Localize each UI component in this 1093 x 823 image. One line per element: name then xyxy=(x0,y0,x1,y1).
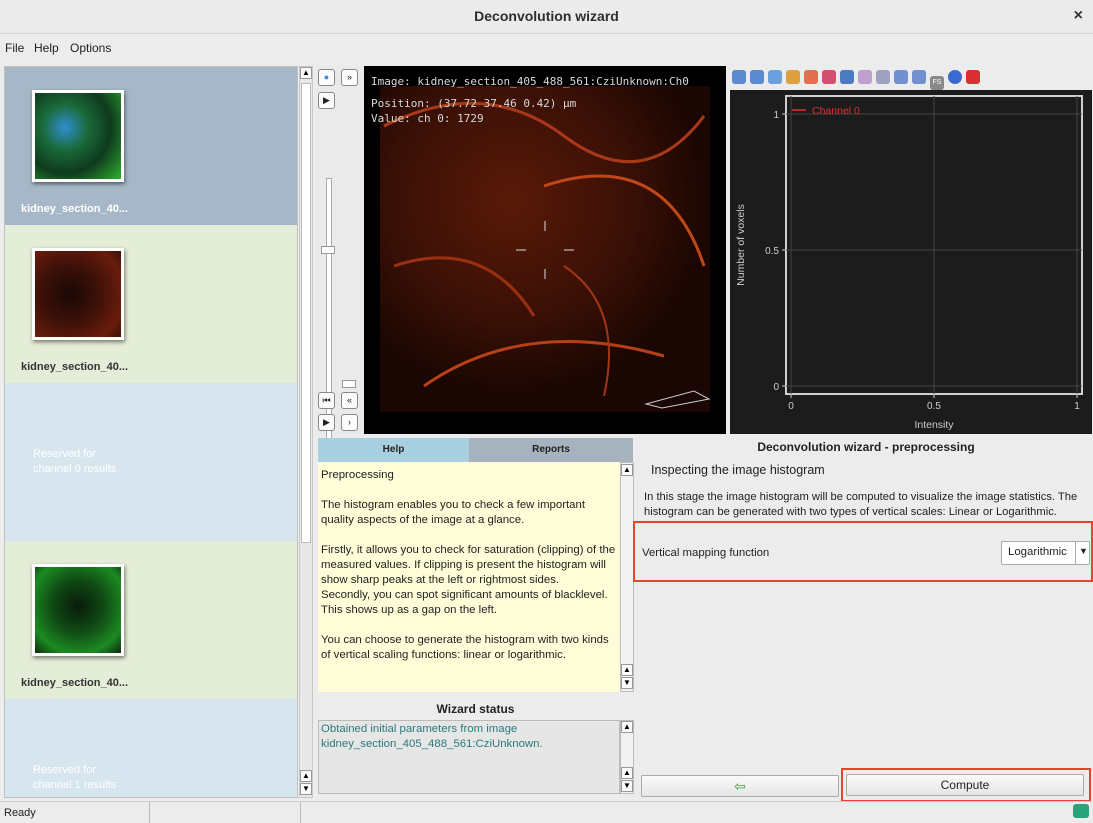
scroll-up-icon[interactable]: ▲ xyxy=(621,664,633,676)
fs-icon[interactable]: FS xyxy=(930,76,944,90)
thumbnail-panel: kidney_section_40... kidney_section_40..… xyxy=(4,66,298,798)
y-tick-label: 0 xyxy=(773,382,779,393)
x-tick-label: 0.5 xyxy=(927,401,941,412)
scroll-up-icon[interactable]: ▲ xyxy=(300,770,312,782)
thumbnail-label: kidney_section_40... xyxy=(21,361,128,373)
scroll-up-icon[interactable]: ▲ xyxy=(300,67,312,79)
help-paragraph: The histogram enables you to check a few… xyxy=(321,499,586,526)
scroll-up-icon[interactable]: ▲ xyxy=(621,721,633,733)
first-frame-icon[interactable]: ⏮ xyxy=(318,392,335,409)
thumbnail-image xyxy=(32,248,124,340)
step-description: In this stage the image histogram will b… xyxy=(644,491,1078,518)
help-scrollbar[interactable]: ▲ ▲ ▼ xyxy=(620,462,634,692)
thumbnail-tile[interactable]: kidney_section_40... xyxy=(5,67,297,225)
tag-remove-icon[interactable] xyxy=(876,70,890,84)
menu-file[interactable]: File xyxy=(5,41,24,55)
y-axis-label: Number of voxels xyxy=(735,204,747,286)
image-name-readout: Image: kidney_section_405_488_561:CziUnk… xyxy=(371,75,689,88)
t-slider-handle[interactable] xyxy=(342,380,356,388)
reserved-tile: Reserved for channel 0 results xyxy=(5,383,297,541)
curve-icon[interactable] xyxy=(822,70,836,84)
export-icon[interactable] xyxy=(912,70,926,84)
menu-bar: File Help Options xyxy=(0,34,1093,62)
help-text-panel: Preprocessing The histogram enables you … xyxy=(318,462,620,692)
y-tick-label: 1 xyxy=(773,110,779,121)
thumbnail-image xyxy=(32,90,124,182)
status-scrollbar[interactable]: ▲ ▲ ▼ xyxy=(620,720,634,794)
mapping-select[interactable]: Logarithmic ▼ xyxy=(1001,541,1090,565)
axis-icon[interactable] xyxy=(786,70,800,84)
scroll-down-icon[interactable]: ▼ xyxy=(300,783,312,795)
wizard-status-text: Obtained initial parameters from image k… xyxy=(318,720,620,794)
status-bar: Ready xyxy=(0,801,1093,823)
wizard-header: Deconvolution wizard - preprocessing xyxy=(757,440,975,454)
status-text: Ready xyxy=(4,807,36,819)
navigation-column: ● » ▶ ⏮ « ▶ › xyxy=(316,66,362,448)
tab-reports[interactable]: Reports xyxy=(469,438,633,462)
reserved-label: Reserved for channel 0 results xyxy=(33,448,117,475)
legend-entry: Channel 0 xyxy=(812,105,860,117)
title-bar: Deconvolution wizard × xyxy=(0,0,1093,34)
tag-icon[interactable] xyxy=(858,70,872,84)
view-mode-icon[interactable]: ● xyxy=(318,69,335,86)
chevron-down-icon: ▼ xyxy=(1079,546,1088,556)
help-tabs: Help Reports xyxy=(318,438,633,462)
scroll-down-icon[interactable]: ▼ xyxy=(621,780,633,792)
thumbnail-scrollbar[interactable]: ▲ ▲ ▼ xyxy=(299,66,313,798)
chart-icon[interactable] xyxy=(840,70,854,84)
thumbnail-label: kidney_section_40... xyxy=(21,203,128,215)
zoom-fit-icon[interactable] xyxy=(768,70,782,84)
scroll-up-icon[interactable]: ▲ xyxy=(621,767,633,779)
step-back-icon[interactable]: « xyxy=(341,392,358,409)
x-axis-label: Intensity xyxy=(914,419,954,431)
reserved-label: Reserved for channel 1 results xyxy=(33,764,117,791)
window-title: Deconvolution wizard xyxy=(474,8,619,24)
play-pause-icon[interactable]: ▶ xyxy=(318,92,335,109)
x-tick-label: 0 xyxy=(788,401,794,412)
close-icon[interactable]: × xyxy=(1074,7,1083,25)
app-logo-icon xyxy=(1073,804,1089,818)
y-tick-label: 0.5 xyxy=(765,246,779,257)
x-tick-label: 1 xyxy=(1074,401,1080,412)
next-frame-icon[interactable]: » xyxy=(341,69,358,86)
step-title: Inspecting the image histogram xyxy=(651,463,825,477)
mapping-value: Logarithmic xyxy=(1008,546,1067,558)
zoom-out-icon[interactable] xyxy=(750,70,764,84)
position-readout: Position: (37.72 37.46 0.42) μm xyxy=(371,97,577,110)
thumbnail-tile[interactable]: kidney_section_40... xyxy=(5,225,297,383)
zoom-in-icon[interactable] xyxy=(732,70,746,84)
image-viewer[interactable]: Image: kidney_section_405_488_561:CziUnk… xyxy=(364,66,726,434)
help-paragraph: Firstly, it allows you to check for satu… xyxy=(321,544,616,586)
thumbnail-label: kidney_section_40... xyxy=(21,677,128,689)
help-heading: Preprocessing xyxy=(321,469,394,481)
help-paragraph: You can choose to generate the histogram… xyxy=(321,634,609,661)
play-icon[interactable]: ▶ xyxy=(318,414,335,431)
histogram-plot[interactable]: 0 0.5 1 0 0.5 1 Intensity Number of voxels Chann… xyxy=(730,90,1092,434)
mapping-label: Vertical mapping function xyxy=(642,547,770,559)
scroll-thumb[interactable] xyxy=(301,83,311,543)
table-icon[interactable] xyxy=(894,70,908,84)
compute-button[interactable]: Compute xyxy=(846,774,1084,796)
menu-help[interactable]: Help xyxy=(34,41,59,55)
palette-icon[interactable] xyxy=(804,70,818,84)
value-readout: Value: ch 0: 1729 xyxy=(371,112,484,125)
help-icon[interactable] xyxy=(948,70,962,84)
scroll-up-icon[interactable]: ▲ xyxy=(621,464,633,476)
menu-options[interactable]: Options xyxy=(70,41,111,55)
reserved-tile: Reserved for channel 1 results xyxy=(5,699,297,797)
help-paragraph: Secondly, you can spot significant amoun… xyxy=(321,589,608,616)
thumbnail-tile[interactable]: kidney_section_40... xyxy=(5,541,297,699)
back-button[interactable]: ⇦ xyxy=(641,775,839,797)
thumbnail-image xyxy=(32,564,124,656)
tab-help[interactable]: Help xyxy=(318,438,469,462)
wizard-status-title: Wizard status xyxy=(436,702,515,716)
close-icon[interactable] xyxy=(966,70,980,84)
z-slider-handle[interactable] xyxy=(321,246,335,254)
histogram-toolbar: FS xyxy=(730,66,1092,90)
scroll-down-icon[interactable]: ▼ xyxy=(621,677,633,689)
histogram-chart: 0 0.5 1 0 0.5 1 Intensity Number of voxels Chann… xyxy=(735,95,1083,431)
step-forward-icon[interactable]: › xyxy=(341,414,358,431)
